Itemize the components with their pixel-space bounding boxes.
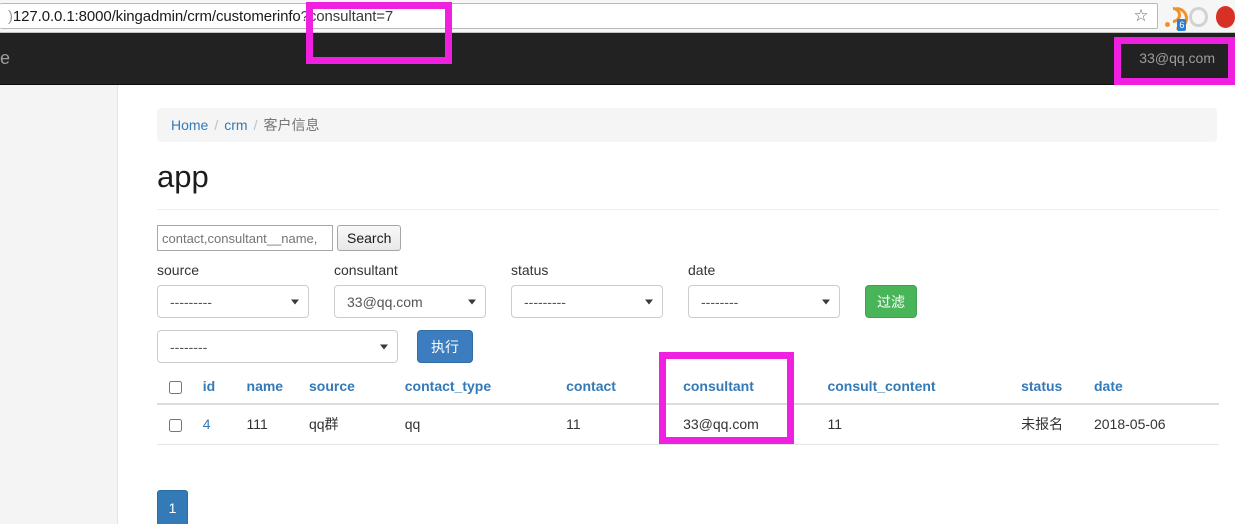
- filter-label-consultant: consultant: [334, 262, 398, 278]
- navbar-user-menu[interactable]: 33@qq.com: [1127, 47, 1227, 69]
- url-query: ?consultant=7: [300, 7, 394, 25]
- action-select-value: --------: [170, 338, 208, 355]
- cell-date: 2018-05-06: [1093, 404, 1219, 445]
- filter-group-status: status ---------: [511, 261, 663, 318]
- row-checkbox[interactable]: [169, 418, 182, 432]
- cell-consult-content: 11: [827, 404, 1022, 445]
- chevron-down-icon: [822, 299, 830, 304]
- column-header-contact-type[interactable]: contact_type: [404, 370, 567, 405]
- chevron-down-icon: [645, 299, 653, 304]
- column-header-consultant[interactable]: consultant: [666, 370, 828, 405]
- filter-group-date: date --------: [688, 261, 840, 318]
- filter-label-source: source: [157, 262, 200, 278]
- breadcrumb-app[interactable]: crm: [224, 117, 247, 133]
- app-navbar: e 33@qq.com: [0, 33, 1235, 85]
- cell-source: qq群: [308, 404, 405, 445]
- filter-select-date[interactable]: --------: [688, 285, 840, 318]
- table-body: 4 111 qq群 qq 11 33@qq.com 11 未报名 2018-05…: [157, 404, 1219, 445]
- url-text: )127.0.0.1:8000/kingadmin/crm/customerin…: [8, 8, 393, 25]
- select-all-header: [157, 370, 203, 405]
- column-header-consult-content[interactable]: consult_content: [827, 370, 1022, 405]
- column-header-source[interactable]: source: [308, 370, 405, 405]
- breadcrumb-home[interactable]: Home: [171, 117, 208, 133]
- circle-extension-icon[interactable]: [1189, 6, 1208, 27]
- pagination: 1: [157, 490, 188, 524]
- table-header-row: id name source contact_type contact cons…: [157, 370, 1219, 405]
- cell-contact: 11: [566, 404, 667, 445]
- url-base: 127.0.0.1:8000/kingadmin/crm/customerinf…: [12, 7, 301, 25]
- action-row: -------- 执行: [157, 330, 473, 363]
- rss-feed-icon[interactable]: 6: [1160, 1, 1193, 35]
- breadcrumb-current: 客户信息: [263, 117, 320, 133]
- red-extension-icon[interactable]: [1215, 5, 1235, 28]
- search-row: Search: [157, 225, 402, 251]
- rss-badge-count: 6: [1177, 18, 1187, 31]
- pagination-page-1[interactable]: 1: [157, 490, 188, 524]
- filter-select-consultant[interactable]: 33@qq.com: [334, 285, 486, 318]
- search-input[interactable]: [157, 225, 333, 251]
- filter-row: source --------- consultant 33@qq.com st…: [157, 261, 917, 318]
- filter-group-source: source ---------: [157, 261, 309, 318]
- filter-value-date: --------: [701, 293, 739, 310]
- filter-label-date: date: [688, 262, 716, 278]
- address-bar[interactable]: )127.0.0.1:8000/kingadmin/crm/customerin…: [0, 3, 1158, 29]
- filter-value-source: ---------: [170, 293, 212, 310]
- column-header-date[interactable]: date: [1093, 370, 1219, 405]
- chevron-down-icon: [291, 299, 299, 304]
- breadcrumb-separator: /: [253, 117, 258, 133]
- table-row: 4 111 qq群 qq 11 33@qq.com 11 未报名 2018-05…: [157, 404, 1219, 445]
- filter-value-status: ---------: [524, 293, 566, 310]
- title-divider: [157, 209, 1219, 210]
- cell-name: 111: [246, 404, 309, 445]
- page-title: app: [157, 159, 209, 194]
- breadcrumb-separator: /: [214, 117, 219, 133]
- row-select-cell: [157, 404, 203, 445]
- cell-status: 未报名: [1021, 404, 1094, 445]
- data-table: id name source contact_type contact cons…: [157, 370, 1219, 445]
- filter-group-consultant: consultant 33@qq.com: [334, 261, 486, 318]
- select-all-checkbox[interactable]: [169, 380, 182, 394]
- action-select[interactable]: --------: [157, 330, 398, 363]
- execute-action-button[interactable]: 执行: [417, 330, 473, 363]
- cell-contact-type: qq: [404, 404, 567, 445]
- filter-select-source[interactable]: ---------: [157, 285, 309, 318]
- navbar-brand[interactable]: e: [0, 46, 10, 70]
- column-header-id[interactable]: id: [202, 370, 247, 405]
- search-button[interactable]: Search: [337, 225, 402, 251]
- browser-toolbar: )127.0.0.1:8000/kingadmin/crm/customerin…: [0, 0, 1235, 35]
- column-header-status[interactable]: status: [1021, 370, 1094, 405]
- bookmark-star-icon[interactable]: ☆: [1132, 7, 1150, 25]
- data-table-wrapper: id name source contact_type contact cons…: [157, 370, 1219, 445]
- cell-consultant: 33@qq.com: [666, 404, 828, 445]
- main-content: Home / crm / 客户信息 app Search source ----…: [119, 85, 1235, 524]
- browser-extensions: 6: [1160, 1, 1235, 35]
- table-head: id name source contact_type contact cons…: [157, 370, 1219, 405]
- apply-filter-button[interactable]: 过滤: [865, 285, 917, 318]
- column-header-contact[interactable]: contact: [566, 370, 667, 405]
- filter-select-status[interactable]: ---------: [511, 285, 663, 318]
- row-id-link[interactable]: 4: [203, 416, 211, 432]
- filter-label-status: status: [511, 262, 549, 278]
- sidebar: [0, 85, 118, 524]
- breadcrumb: Home / crm / 客户信息: [157, 108, 1217, 142]
- chevron-down-icon: [380, 344, 388, 349]
- filter-value-consultant: 33@qq.com: [347, 293, 423, 310]
- chevron-down-icon: [468, 299, 476, 304]
- screenshot-root: )127.0.0.1:8000/kingadmin/crm/customerin…: [0, 0, 1235, 524]
- column-header-name[interactable]: name: [246, 370, 309, 405]
- cell-id: 4: [202, 404, 247, 445]
